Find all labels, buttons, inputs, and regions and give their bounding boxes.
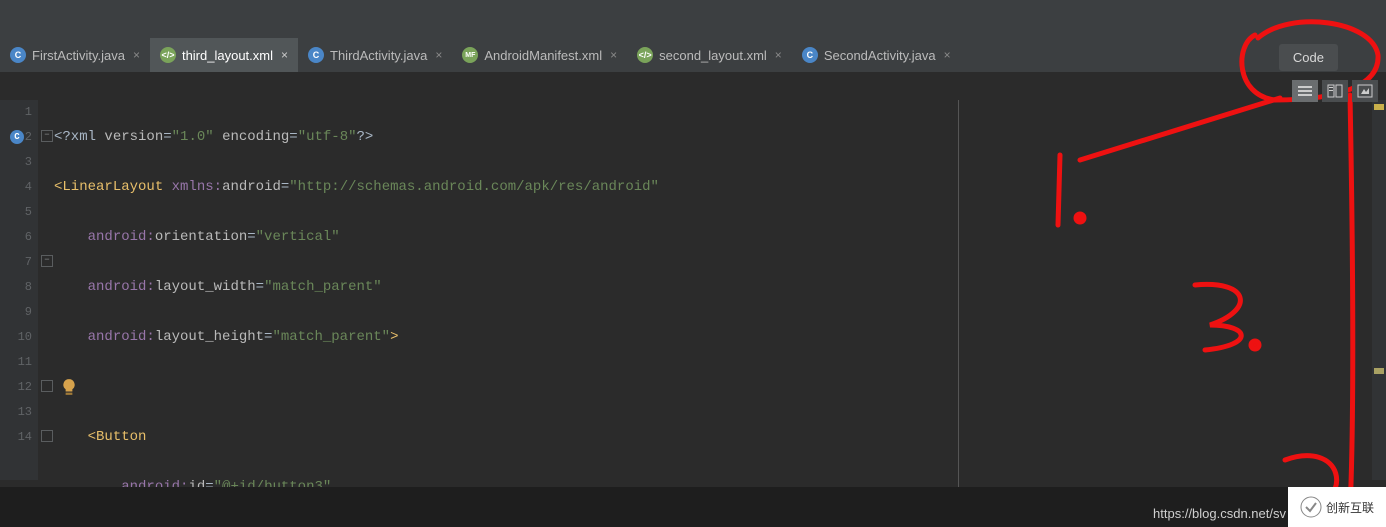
code-line: android:layout_height="match_parent">: [54, 325, 956, 350]
line-number: 9: [0, 300, 38, 325]
tab-label: ThirdActivity.java: [330, 48, 427, 63]
tab-label: FirstActivity.java: [32, 48, 125, 63]
warning-mark[interactable]: [1374, 104, 1384, 110]
footer-url: https://blog.csdn.net/sv: [1153, 506, 1286, 521]
manifest-file-icon: MF: [462, 47, 478, 63]
line-number-gutter: 1 2 C 3 4 5 6 7 8 9 10 11 12 13 14: [0, 100, 38, 480]
design-view-icon: [1357, 84, 1373, 98]
code-mode-button[interactable]: [1292, 80, 1318, 102]
fold-toggle-icon[interactable]: −: [41, 130, 53, 142]
line-number: 10: [0, 325, 38, 350]
tab-android-manifest[interactable]: MF AndroidManifest.xml ×: [452, 38, 627, 72]
fold-toggle-icon[interactable]: −: [41, 255, 53, 267]
design-mode-button[interactable]: [1352, 80, 1378, 102]
fold-end-icon[interactable]: [41, 430, 53, 442]
java-file-icon: C: [10, 47, 26, 63]
code-line: <LinearLayout xmlns:android="http://sche…: [54, 175, 956, 200]
line-number: 3: [0, 150, 38, 175]
line-number: 4: [0, 175, 38, 200]
watermark-badge: 创新互联: [1288, 487, 1386, 527]
footer: https://blog.csdn.net/sv 创新互联: [0, 487, 1386, 527]
tab-label: AndroidManifest.xml: [484, 48, 602, 63]
editor-tabs: C FirstActivity.java × </> third_layout.…: [0, 38, 1386, 73]
close-icon[interactable]: ×: [435, 48, 442, 62]
line-number: 2 C: [0, 125, 38, 150]
code-line: <Button: [54, 425, 956, 450]
tab-label: third_layout.xml: [182, 48, 273, 63]
line-number: 1: [0, 100, 38, 125]
class-gutter-icon[interactable]: C: [10, 130, 24, 144]
line-number: 12: [0, 375, 38, 400]
code-view-icon: [1297, 84, 1313, 98]
tab-third-layout[interactable]: </> third_layout.xml ×: [150, 38, 298, 72]
code-line: <?xml version="1.0" encoding="utf-8"?>: [54, 125, 956, 150]
line-number: 8: [0, 275, 38, 300]
code-line: android:layout_width="match_parent": [54, 275, 956, 300]
tab-second-activity[interactable]: C SecondActivity.java ×: [792, 38, 961, 72]
xml-file-icon: </>: [637, 47, 653, 63]
view-mode-switcher: [1292, 80, 1378, 102]
code-editor[interactable]: <?xml version="1.0" encoding="utf-8"?> <…: [54, 100, 956, 480]
close-icon[interactable]: ×: [944, 48, 951, 62]
java-file-icon: C: [802, 47, 818, 63]
close-icon[interactable]: ×: [610, 48, 617, 62]
fold-end-icon[interactable]: [41, 380, 53, 392]
close-icon[interactable]: ×: [775, 48, 782, 62]
tab-first-activity[interactable]: C FirstActivity.java ×: [0, 38, 150, 72]
line-number: 11: [0, 350, 38, 375]
code-mode-tooltip: Code: [1279, 44, 1338, 71]
toolbar-strip: [0, 0, 1386, 38]
code-line: [54, 375, 956, 400]
tab-third-activity[interactable]: C ThirdActivity.java ×: [298, 38, 452, 72]
java-file-icon: C: [308, 47, 324, 63]
editor-split-divider[interactable]: [958, 100, 959, 487]
xml-file-icon: </>: [160, 47, 176, 63]
fold-column: − −: [38, 100, 54, 480]
error-stripe: [1372, 100, 1386, 480]
line-number: 5: [0, 200, 38, 225]
tab-label: second_layout.xml: [659, 48, 767, 63]
line-number: 7: [0, 250, 38, 275]
weak-warning-mark[interactable]: [1374, 368, 1384, 374]
line-number: 6: [0, 225, 38, 250]
close-icon[interactable]: ×: [133, 48, 140, 62]
split-view-icon: [1327, 84, 1343, 98]
close-icon[interactable]: ×: [281, 48, 288, 62]
split-mode-button[interactable]: [1322, 80, 1348, 102]
line-number: 13: [0, 400, 38, 425]
line-number: 14: [0, 425, 38, 450]
code-line: android:orientation="vertical": [54, 225, 956, 250]
tab-label: SecondActivity.java: [824, 48, 936, 63]
tab-second-layout[interactable]: </> second_layout.xml ×: [627, 38, 792, 72]
